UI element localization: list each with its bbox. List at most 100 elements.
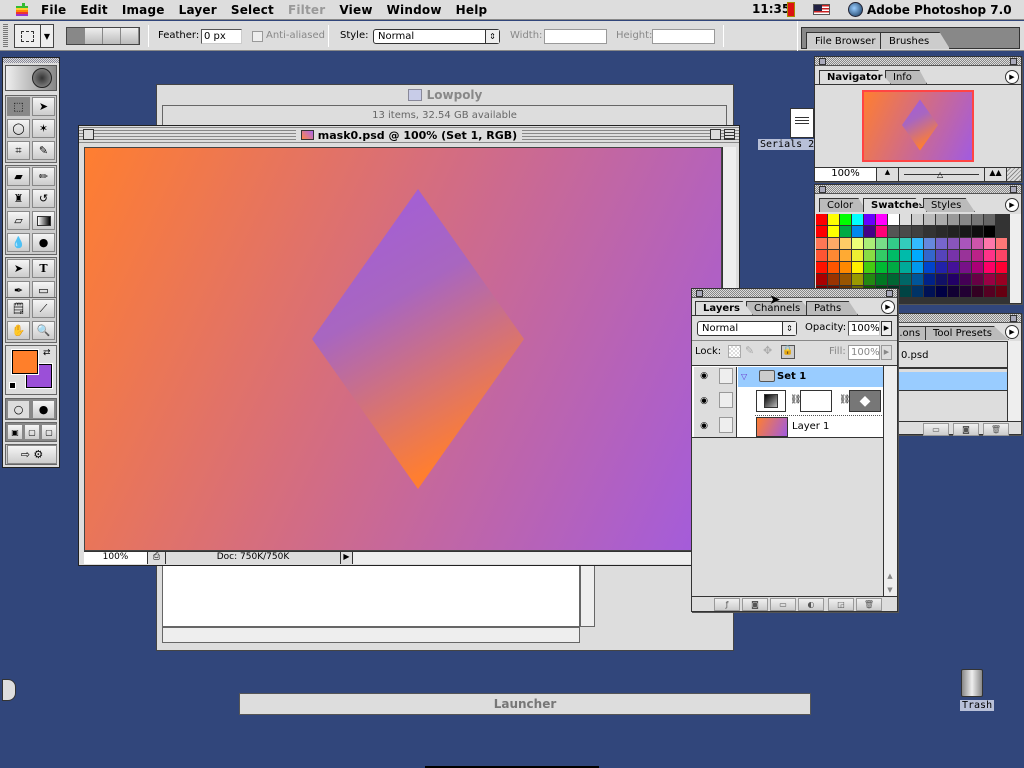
preview-icon[interactable]: ⎙ xyxy=(148,552,166,564)
color-swatch[interactable] xyxy=(852,250,864,262)
fill-input[interactable]: 100% xyxy=(848,345,880,360)
full-screen-menu-mode-button[interactable]: ▢ xyxy=(24,424,40,440)
color-swatch[interactable] xyxy=(888,274,900,286)
color-swatch[interactable] xyxy=(828,274,840,286)
color-swatch[interactable] xyxy=(864,226,876,238)
slice-tool[interactable]: ✎ xyxy=(32,141,55,160)
new-adjustment-layer-button[interactable]: ◐ xyxy=(798,598,824,611)
add-layer-style-button[interactable]: ƒ xyxy=(714,598,740,611)
color-swatch[interactable] xyxy=(912,250,924,262)
tab-styles[interactable]: Styles xyxy=(923,198,975,212)
apple-menu-icon[interactable] xyxy=(14,2,34,18)
color-swatch[interactable] xyxy=(948,226,960,238)
color-swatch[interactable] xyxy=(984,214,996,226)
tab-tool-presets[interactable]: Tool Presets xyxy=(925,326,1009,340)
color-swatch[interactable] xyxy=(960,214,972,226)
close-box-icon[interactable] xyxy=(696,290,703,297)
finder-vertical-scrollbar[interactable] xyxy=(580,565,595,627)
color-swatch[interactable] xyxy=(984,250,996,262)
color-swatch[interactable] xyxy=(936,274,948,286)
color-swatch[interactable] xyxy=(924,250,936,262)
full-screen-mode-button[interactable]: ▢ xyxy=(41,424,57,440)
trash-label[interactable]: Trash xyxy=(960,700,995,711)
swatches-scrollbar[interactable] xyxy=(1009,214,1021,303)
trash-icon[interactable] xyxy=(961,669,983,697)
collapse-box-icon[interactable] xyxy=(1010,58,1017,65)
palette-menu-icon[interactable]: ▶ xyxy=(1005,198,1019,212)
document-zoom-field[interactable]: 100% xyxy=(84,552,148,564)
color-swatch[interactable] xyxy=(924,238,936,250)
color-swatch[interactable] xyxy=(924,214,936,226)
menu-window[interactable]: Window xyxy=(380,3,449,17)
color-swatch[interactable] xyxy=(852,274,864,286)
menu-edit[interactable]: Edit xyxy=(73,3,114,17)
new-document-button[interactable]: ▭ xyxy=(923,423,949,436)
fill-slider-arrow-icon[interactable]: ▶ xyxy=(881,345,892,360)
tool-preset-picker[interactable]: ▼ xyxy=(14,24,54,48)
color-swatch[interactable] xyxy=(912,262,924,274)
color-swatch[interactable] xyxy=(912,214,924,226)
menu-select[interactable]: Select xyxy=(224,3,281,17)
color-swatch[interactable] xyxy=(900,226,912,238)
collapse-box-icon[interactable] xyxy=(886,290,893,297)
color-swatch[interactable] xyxy=(912,286,924,298)
color-swatch[interactable] xyxy=(936,226,948,238)
image-canvas[interactable] xyxy=(84,147,722,551)
color-swatch[interactable] xyxy=(816,274,828,286)
navigator-zoom-field[interactable]: 100% xyxy=(815,168,877,181)
keyboard-layout-flag-icon[interactable] xyxy=(813,4,830,15)
finder-list-area[interactable] xyxy=(162,565,580,627)
palette-menu-icon[interactable]: ▶ xyxy=(881,300,895,314)
document-titlebar[interactable]: mask0.psd @ 100% (Set 1, RGB) xyxy=(79,126,739,144)
color-swatch[interactable] xyxy=(948,214,960,226)
visibility-eye-icon[interactable]: ◉ xyxy=(697,396,711,408)
swap-colors-icon[interactable]: ⇄ xyxy=(43,348,51,358)
dodge-tool[interactable]: ● xyxy=(32,233,55,252)
opacity-slider-arrow-icon[interactable]: ▶ xyxy=(881,321,892,336)
menu-layer[interactable]: Layer xyxy=(172,3,224,17)
color-swatch[interactable] xyxy=(852,226,864,238)
color-swatch[interactable] xyxy=(828,250,840,262)
color-swatch[interactable] xyxy=(984,286,996,298)
zoom-slider[interactable]: △ xyxy=(899,168,985,181)
color-swatch[interactable] xyxy=(960,262,972,274)
vector-mask-thumbnail[interactable]: ◆ xyxy=(849,390,881,412)
application-menu[interactable]: Adobe Photoshop 7.0 xyxy=(848,2,1012,17)
lock-transparency-icon[interactable] xyxy=(728,345,741,358)
color-swatch[interactable] xyxy=(828,214,840,226)
color-swatch[interactable] xyxy=(948,286,960,298)
layer-thumbnail[interactable] xyxy=(756,417,788,437)
magic-wand-tool[interactable]: ✶ xyxy=(32,119,55,138)
color-swatch[interactable] xyxy=(876,262,888,274)
color-swatch[interactable] xyxy=(900,274,912,286)
layer-name[interactable]: Layer 1 xyxy=(792,421,829,432)
history-scrollbar[interactable] xyxy=(1007,341,1021,421)
adobe-online-logo[interactable] xyxy=(5,65,57,91)
history-brush-tool[interactable]: ↺ xyxy=(32,189,55,208)
link-toggle[interactable] xyxy=(719,368,733,384)
color-swatch[interactable] xyxy=(960,274,972,286)
eyedropper-tool[interactable]: ⟋ xyxy=(32,299,55,318)
options-bar-grip[interactable] xyxy=(3,24,8,48)
zoom-in-icon[interactable]: ▲▲ xyxy=(985,168,1007,181)
scroll-up-icon[interactable]: ▲ xyxy=(884,572,896,580)
color-swatch[interactable] xyxy=(828,226,840,238)
color-swatch[interactable] xyxy=(960,286,972,298)
zoom-out-icon[interactable]: ▲ xyxy=(877,168,899,181)
collapse-box-icon[interactable] xyxy=(1010,186,1017,193)
color-swatch[interactable] xyxy=(828,238,840,250)
color-swatch[interactable] xyxy=(876,238,888,250)
width-input[interactable] xyxy=(544,29,607,44)
marquee-tool[interactable]: ⬚ xyxy=(7,97,30,116)
color-swatch[interactable] xyxy=(900,286,912,298)
color-swatch[interactable] xyxy=(972,262,984,274)
layer-mask-thumbnail[interactable] xyxy=(800,390,832,412)
color-swatch[interactable] xyxy=(840,250,852,262)
color-swatch[interactable] xyxy=(996,262,1008,274)
status-menu-arrow-icon[interactable]: ▶ xyxy=(341,552,353,564)
add-to-selection-button[interactable] xyxy=(85,28,103,44)
close-box-icon[interactable] xyxy=(819,186,826,193)
palette-drag-bar[interactable] xyxy=(815,57,1021,66)
gradient-tool[interactable] xyxy=(32,211,55,230)
move-tool[interactable]: ➤ xyxy=(32,97,55,116)
